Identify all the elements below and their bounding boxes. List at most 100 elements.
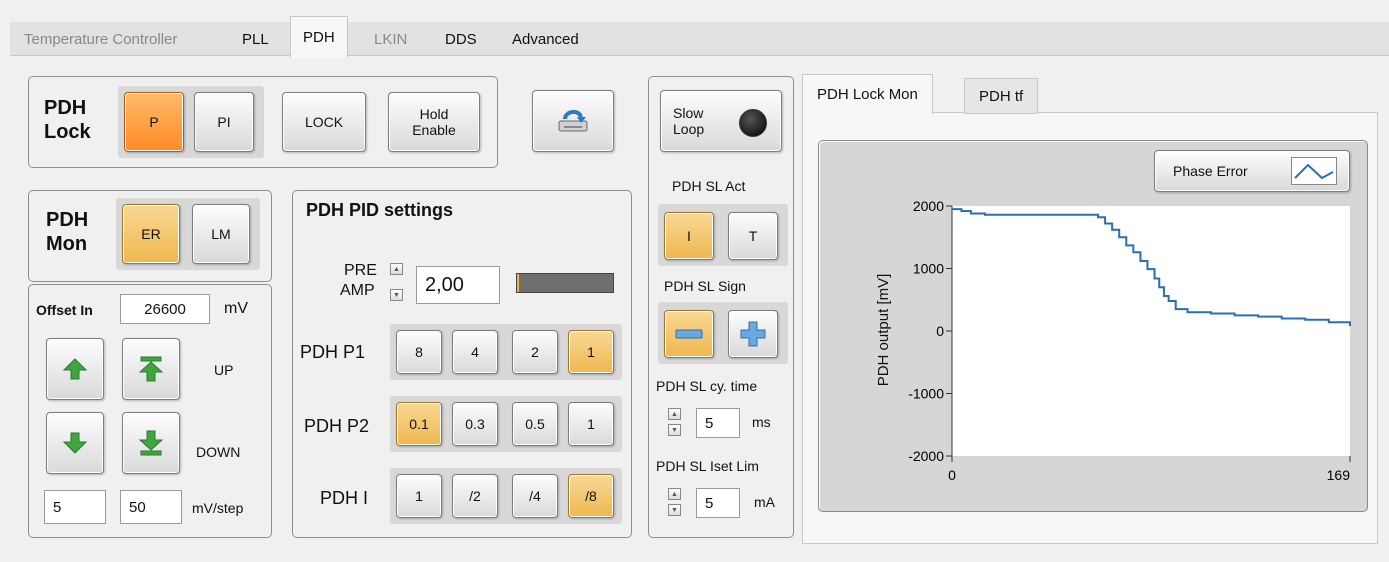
pre-label: PRE — [344, 262, 377, 279]
y-tick-label: -1000 — [908, 386, 944, 402]
tab-pdh[interactable]: PDH — [290, 16, 348, 58]
preamp-increment[interactable]: ▲ — [390, 263, 403, 275]
slow-loop-led-icon — [739, 109, 767, 137]
pid-settings-title: PDH PID settings — [306, 200, 454, 220]
p2-label: PDH P2 — [304, 416, 370, 436]
sl-cytime-label: PDH SL cy. time — [656, 378, 758, 394]
p2-option-0-3[interactable]: 0.3 — [452, 402, 498, 446]
y-tick-label: 2000 — [913, 198, 944, 214]
sl-iset-label: PDH SL Iset Lim — [656, 458, 759, 474]
pdh-mon-title-line2: Mon — [46, 233, 88, 255]
y-axis: 2000 1000 0 -1000 -2000 — [908, 198, 953, 464]
i-label: PDH I — [320, 488, 369, 508]
pi-mode-button[interactable]: PI — [194, 92, 254, 152]
y-axis-label: PDH output [mV] — [875, 274, 892, 387]
plot-area — [952, 206, 1350, 456]
pdh-mon-title-line1: PDH — [46, 209, 89, 231]
x-tick-label: 0 — [948, 467, 956, 483]
pdh-lock-title-line1: PDH — [44, 97, 87, 119]
x-tick-label: 169 — [1327, 467, 1351, 483]
sl-act-label: PDH SL Act — [672, 178, 746, 194]
i-option-div4[interactable]: /4 — [512, 474, 558, 518]
p1-option-8[interactable]: 8 — [396, 330, 442, 374]
tab-temperature-controller[interactable]: Temperature Controller — [12, 22, 189, 56]
drive-save-icon — [558, 110, 588, 132]
p2-option-0-1[interactable]: 0.1 — [396, 402, 442, 446]
tab-dds[interactable]: DDS — [433, 22, 489, 56]
p-mode-button[interactable]: P — [124, 92, 184, 152]
p1-label: PDH P1 — [300, 342, 366, 362]
save-to-drive-button[interactable] — [532, 90, 614, 152]
pdh-lock-title-line2: Lock — [44, 121, 91, 143]
p1-option-2[interactable]: 2 — [512, 330, 558, 374]
step-up-small-button[interactable] — [46, 338, 104, 400]
arrow-up-to-top-icon — [139, 356, 163, 382]
lm-mode-button[interactable]: LM — [192, 204, 250, 264]
iset-increment[interactable]: ▲ — [668, 488, 681, 500]
x-axis: 0 169 — [948, 456, 1351, 483]
sl-sign-plus-button[interactable] — [728, 310, 778, 358]
hold-enable-line2: Enable — [412, 122, 456, 138]
pdh-lock-title: PDH Lock — [44, 96, 91, 144]
step-unit-label: mV/step — [192, 500, 244, 516]
sl-iset-field[interactable]: 5 — [696, 488, 740, 518]
minus-icon — [675, 329, 703, 339]
slow-loop-button[interactable]: Slow Loop — [660, 90, 782, 152]
offset-in-field[interactable]: 26600 — [120, 294, 210, 324]
i-option-div2[interactable]: /2 — [452, 474, 498, 518]
preamp-decrement[interactable]: ▼ — [390, 289, 403, 301]
sl-iset-unit: mA — [754, 494, 775, 510]
hold-enable-line1: Hold — [419, 105, 449, 122]
sl-cytime-unit: ms — [752, 414, 771, 430]
legend-box[interactable]: Phase Error — [1154, 150, 1350, 192]
step-small-field[interactable]: 5 — [44, 490, 106, 524]
step-up-large-button[interactable] — [122, 338, 180, 400]
plus-icon — [740, 321, 766, 347]
down-label: DOWN — [196, 444, 241, 460]
slow-loop-line1: Slow — [673, 104, 704, 121]
i-option-1[interactable]: 1 — [396, 474, 442, 518]
sl-sign-minus-button[interactable] — [664, 310, 714, 358]
sl-act-i-button[interactable]: I — [664, 212, 714, 260]
up-label: UP — [214, 362, 234, 378]
p1-option-4[interactable]: 4 — [452, 330, 498, 374]
legend-line-swatch — [1291, 157, 1337, 185]
hold-enable-button[interactable]: Hold Enable — [388, 92, 480, 152]
arrow-down-to-bottom-icon — [139, 430, 163, 456]
offset-in-label: Offset In — [36, 302, 93, 318]
sl-cytime-field[interactable]: 5 — [696, 408, 740, 438]
arrow-up-icon — [63, 358, 87, 380]
amp-label: AMP — [340, 282, 375, 299]
cytime-increment[interactable]: ▲ — [668, 408, 681, 420]
step-down-small-button[interactable] — [46, 412, 104, 474]
offset-unit-label: mV — [224, 300, 248, 317]
tab-pll[interactable]: PLL — [230, 22, 281, 56]
lock-button[interactable]: LOCK — [282, 92, 366, 152]
iset-decrement[interactable]: ▼ — [668, 504, 681, 516]
tab-lkin[interactable]: LKIN — [362, 22, 419, 56]
tab-advanced[interactable]: Advanced — [500, 22, 591, 56]
step-large-field[interactable]: 50 — [120, 490, 182, 524]
legend-label: Phase Error — [1173, 162, 1248, 179]
y-tick-label: -2000 — [908, 448, 944, 464]
cytime-decrement[interactable]: ▼ — [668, 424, 681, 436]
y-tick-label: 0 — [936, 323, 944, 339]
p1-option-1[interactable]: 1 — [568, 330, 614, 374]
pdh-lock-chart: PDH output [mV] 2000 1000 0 -1000 -2000 0 169 — [875, 198, 1351, 483]
pdh-mon-title: PDH Mon — [46, 208, 88, 256]
preamp-level-fill — [517, 274, 519, 292]
sl-sign-label: PDH SL Sign — [664, 278, 746, 294]
tab-strip — [10, 22, 1389, 56]
preamp-field[interactable]: 2,00 — [416, 266, 500, 304]
step-down-large-button[interactable] — [122, 412, 180, 474]
preamp-level-bar — [516, 273, 614, 293]
sl-act-t-button[interactable]: T — [728, 212, 778, 260]
p2-option-1[interactable]: 1 — [568, 402, 614, 446]
arrow-down-icon — [63, 432, 87, 454]
p2-option-0-5[interactable]: 0.5 — [512, 402, 558, 446]
tab-pdh-tf[interactable]: PDH tf — [964, 78, 1039, 114]
tab-pdh-lock-mon[interactable]: PDH Lock Mon — [802, 74, 933, 114]
i-option-div8[interactable]: /8 — [568, 474, 614, 518]
y-tick-label: 1000 — [913, 261, 944, 277]
er-mode-button[interactable]: ER — [122, 204, 180, 264]
